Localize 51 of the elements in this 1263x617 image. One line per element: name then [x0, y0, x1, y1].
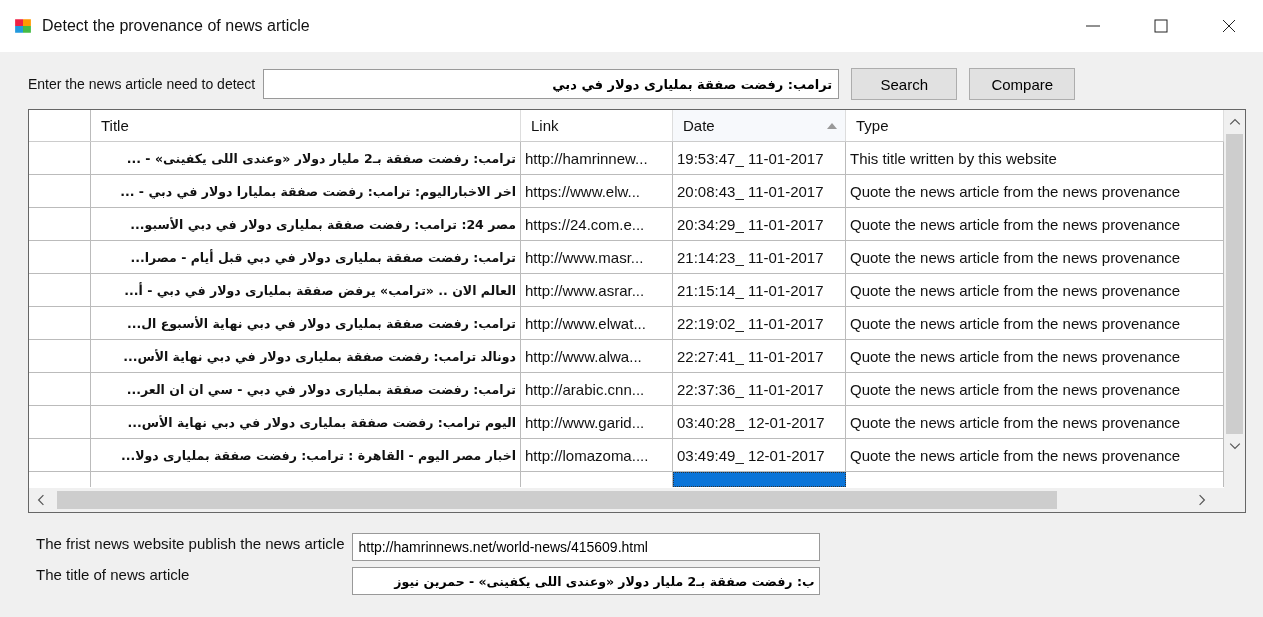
app-icon [14, 17, 32, 35]
table-cell: 03:40:28_ 12-01-2017 [673, 406, 846, 438]
table-cell: ترامب: رفضت صفقة بـ2 مليار دولار «وعندى اللى يكفينى» - ... [91, 142, 521, 174]
table-cell: https://24.com.e... [521, 208, 673, 240]
table-cell: http://www.garid... [521, 406, 673, 438]
search-label: Enter the news article need to detect [28, 76, 256, 92]
table-cell: http://hamrinnew... [521, 142, 673, 174]
column-header[interactable]: Date [673, 110, 846, 141]
table-cell: 21:14:23_ 11-01-2017 [673, 241, 846, 273]
article-title-field[interactable]: ب: رفضت صفقة بـ2 مليار دولار «وعندى اللى يكفينى» - حمرين نيوز [352, 567, 821, 595]
action-button[interactable]: Compare [969, 68, 1076, 100]
table-cell: اليوم ترامب: رفضت صفقة بمليارى دولار في دبي نهاية الأس... [91, 406, 521, 438]
table-cell: 22:19:02_ 11-01-2017 [673, 307, 846, 339]
table-cell: 22:37:36_ 11-01-2017 [673, 373, 846, 405]
table-cell: ترامب: رفضت صفقة بمليارى دولار في دبي نهاية الأسبوع ال... [91, 307, 521, 339]
maximize-icon[interactable] [1153, 18, 1169, 34]
table-cell: 19:53:47_ 11-01-2017 [673, 142, 846, 174]
table-cell: 21:15:14_ 11-01-2017 [673, 274, 846, 306]
table-cell: https://www.elw... [521, 175, 673, 207]
first-website-field[interactable]: http://hamrinnews.net/world-news/415609.html [352, 533, 821, 561]
search-field[interactable]: ترامب: رفضت صفقة بمليارى دولار في دبي [263, 69, 840, 99]
table-cell: اخبار مصر اليوم - القاهرة : ترامب: رفضت صفقة بمليارى دولا... [91, 439, 521, 471]
table-cell: ترامب: رفضت صفقة بمليارى دولار في دبي - سي ان ان العر... [91, 373, 521, 405]
table-cell: مصر 24: ترامب: رفضت صفقة بمليارى دولار في دبي الأسبو... [91, 208, 521, 240]
table-cell: http://www.elwat... [521, 307, 673, 339]
column-header[interactable]: Title [91, 110, 521, 141]
selected-cell[interactable] [673, 472, 846, 487]
close-icon[interactable] [1221, 18, 1237, 34]
table-cell: اخر الاخباراليوم: ترامب: رفضت صفقة بمليارا دولار في دبي - ... [91, 175, 521, 207]
table-cell: 22:27:41_ 11-01-2017 [673, 340, 846, 372]
table-cell: ترامب: رفضت صفقة بمليارى دولار في دبي قبل أيام - مصرا... [91, 241, 521, 273]
table-cell: 20:08:43_ 11-01-2017 [673, 175, 846, 207]
scroll-right-icon[interactable] [1196, 494, 1208, 506]
table-cell: http://arabic.cnn... [521, 373, 673, 405]
table-cell: http://www.asrar... [521, 274, 673, 306]
scroll-left-icon[interactable] [35, 494, 47, 506]
table-cell: 03:49:49_ 12-01-2017 [673, 439, 846, 471]
action-button[interactable]: Search [851, 68, 958, 100]
horizontal-scrollbar[interactable] [29, 488, 1224, 512]
vertical-scrollbar[interactable] [1224, 110, 1245, 512]
window-title: Detect the provenance of news article [42, 17, 310, 35]
first-website-label: The frist news website publish the news article [36, 535, 345, 552]
table-cell: دونالد ترامب: رفضت صفقة بمليارى دولار في دبي نهاية الأس... [91, 340, 521, 372]
scroll-up-icon[interactable] [1228, 116, 1241, 128]
table-cell: العالم الان .. «ترامب» يرفض صفقة بمليارى دولار في دبي - أ... [91, 274, 521, 306]
table-cell: http://lomazoma.... [521, 439, 673, 471]
article-title-label: The title of news article [36, 566, 191, 583]
table-cell: http://www.masr... [521, 241, 673, 273]
table-cell: http://www.alwa... [521, 340, 673, 372]
scroll-down-icon[interactable] [1228, 440, 1241, 452]
table-cell: 20:34:29_ 11-01-2017 [673, 208, 846, 240]
